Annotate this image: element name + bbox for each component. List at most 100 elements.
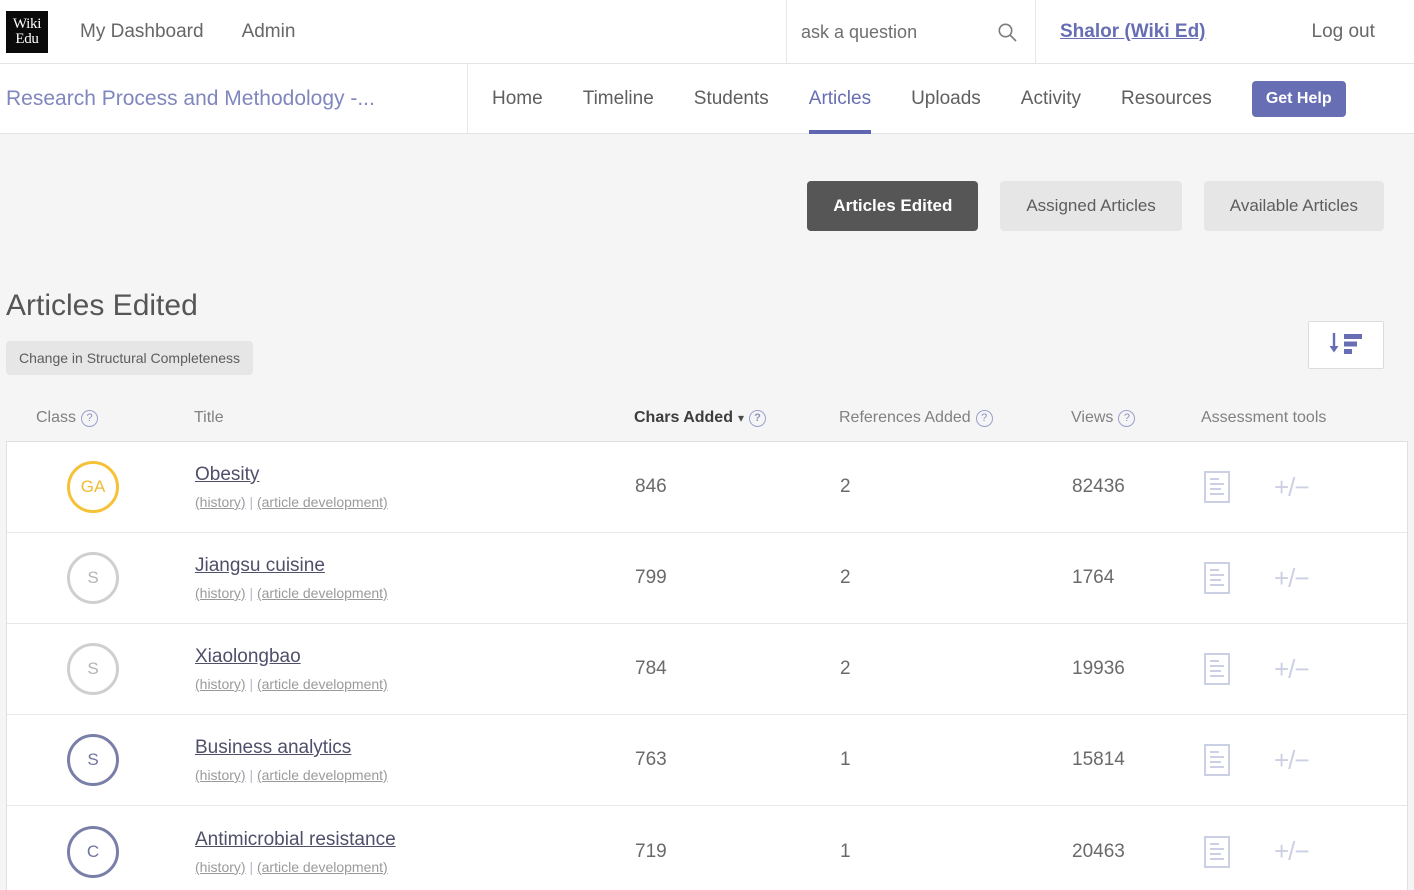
table-row: C Antimicrobial resistance (history) | (a… [7,806,1407,890]
title-cell: Jiangsu cuisine (history) | (article dev… [195,555,635,601]
course-title-link[interactable]: Research Process and Methodology -... [6,87,375,111]
chars-added-cell: 784 [635,658,667,679]
structural-completeness-button[interactable]: Change in Structural Completeness [6,341,254,375]
title-cell: Obesity (history) | (article development… [195,464,635,510]
article-viewer-icon[interactable] [1202,835,1232,869]
article-title-link[interactable]: Obesity [195,464,635,486]
references-added-cell: 2 [840,658,851,679]
references-added-cell: 2 [840,476,851,497]
section-header: Articles Edited Change in Structural Com… [0,289,1414,375]
tab-articles[interactable]: Articles [808,64,872,134]
tab-timeline[interactable]: Timeline [583,64,654,134]
article-viewer-icon[interactable] [1202,743,1232,777]
tab-resources[interactable]: Resources [1121,64,1212,134]
diff-viewer-icon[interactable]: +/− [1274,836,1310,867]
header-class[interactable]: Class ? [6,409,194,427]
article-development-link[interactable]: (article development) [257,767,388,783]
search-icon[interactable] [996,21,1018,43]
history-link[interactable]: (history) [195,585,246,601]
chevron-down-icon: ▾ [737,411,745,425]
nav-admin[interactable]: Admin [242,21,296,43]
article-viewer-icon[interactable] [1202,470,1232,504]
class-cell: GA [7,461,195,513]
views-cell: 20463 [1072,840,1125,862]
header-title[interactable]: Title [194,409,634,427]
help-icon-class[interactable]: ? [81,409,99,427]
class-badge: S [67,734,119,786]
header-chars-added[interactable]: Chars Added ▾ ? [634,409,839,427]
tab-home[interactable]: Home [492,64,543,134]
header-views[interactable]: Views ? [1071,409,1201,427]
class-cell: S [7,552,195,604]
class-badge: C [67,825,119,878]
assessment-tools-cell: +/− [1202,561,1372,595]
wiki-edu-logo[interactable]: Wiki Edu [6,10,48,53]
toggle-assigned-articles[interactable]: Assigned Articles [1000,181,1182,231]
references-added-cell: 2 [840,567,851,588]
article-development-link[interactable]: (article development) [257,859,388,875]
search-box[interactable] [786,0,1036,64]
views-cell: 15814 [1072,749,1125,770]
get-help-button[interactable]: Get Help [1251,80,1346,117]
history-link[interactable]: (history) [195,767,246,783]
header-assessment-tools-label: Assessment tools [1201,409,1327,426]
toggle-articles-edited[interactable]: Articles Edited [807,181,979,231]
title-cell: Xiaolongbao (history) | (article develop… [195,646,635,692]
article-viewer-icon[interactable] [1202,561,1232,595]
history-link[interactable]: (history) [195,859,246,875]
class-cell: S [7,643,195,695]
sub-link-separator: | [249,585,254,601]
views-cell: 19936 [1072,658,1125,679]
help-icon-views[interactable]: ? [1118,409,1136,427]
nav-my-dashboard[interactable]: My Dashboard [80,21,204,43]
article-title-link[interactable]: Jiangsu cuisine [195,555,635,577]
top-bar: Wiki Edu My Dashboard Admin Shalor (Wiki… [0,0,1414,64]
class-cell: S [7,734,195,786]
references-added-cell: 1 [840,840,851,862]
tab-uploads[interactable]: Uploads [911,64,981,134]
article-development-link[interactable]: (article development) [257,494,388,510]
articles-table: Class ? Title Chars Added ▾ ? References… [6,395,1408,890]
search-input[interactable] [801,21,996,43]
table-row: S Business analytics (history) | (article… [7,715,1407,806]
article-development-link[interactable]: (article development) [257,676,388,692]
diff-viewer-icon[interactable]: +/− [1274,563,1310,594]
user-area: Shalor (Wiki Ed) Log out [1060,0,1375,64]
references-added-cell: 1 [840,749,851,770]
diff-viewer-icon[interactable]: +/− [1274,472,1310,503]
page-title: Articles Edited [6,289,198,322]
assessment-tools-cell: +/− [1202,652,1372,686]
history-link[interactable]: (history) [195,494,246,510]
chars-added-cell: 846 [635,476,667,497]
header-references-added[interactable]: References Added ? [839,409,1071,427]
tab-students[interactable]: Students [694,64,769,134]
article-viewer-icon[interactable] [1202,652,1232,686]
header-class-label: Class [36,409,77,426]
table-row: S Xiaolongbao (history) | (article develo… [7,624,1407,715]
chars-added-cell: 799 [635,567,667,588]
history-link[interactable]: (history) [195,676,246,692]
tab-activity[interactable]: Activity [1021,64,1081,134]
help-icon-chars-added[interactable]: ? [749,409,767,427]
article-sub-links: (history) | (article development) [195,585,635,601]
header-title-label: Title [194,409,224,426]
course-title-cell: Research Process and Methodology -... [0,64,468,133]
article-title-link[interactable]: Xiaolongbao [195,646,635,668]
user-profile-link[interactable]: Shalor (Wiki Ed) [1060,21,1206,43]
logout-link[interactable]: Log out [1312,21,1375,43]
article-sub-links: (history) | (article development) [195,676,635,692]
header-references-added-label: References Added [839,409,971,426]
sort-button[interactable] [1308,321,1384,369]
article-development-link[interactable]: (article development) [257,585,388,601]
assessment-tools-cell: +/− [1202,743,1372,777]
diff-viewer-icon[interactable]: +/− [1274,745,1310,776]
table-row: S Jiangsu cuisine (history) | (article de… [7,533,1407,624]
diff-viewer-icon[interactable]: +/− [1274,654,1310,685]
class-badge: S [67,552,119,604]
table-row: GA Obesity (history) | (article developme… [7,442,1407,533]
assessment-tools-cell: +/− [1202,470,1372,504]
toggle-available-articles[interactable]: Available Articles [1203,181,1384,231]
article-title-link[interactable]: Antimicrobial resistance [195,829,635,851]
article-title-link[interactable]: Business analytics [195,737,635,759]
help-icon-references-added[interactable]: ? [975,409,993,427]
